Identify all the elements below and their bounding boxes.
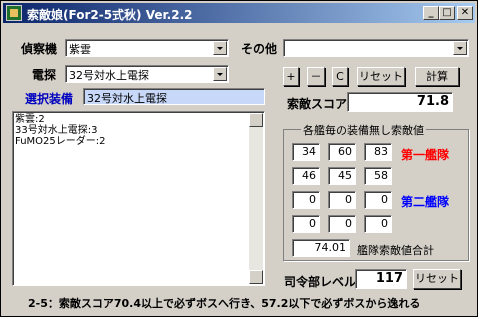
plus-button[interactable]: + [283,67,299,86]
reconnaissance-combo[interactable]: 紫雲 [65,39,229,57]
chevron-down-icon[interactable] [213,41,227,55]
fleet-value-field[interactable]: 60 [328,143,356,161]
hq-level-label: 司令部レベル [284,275,357,289]
clear-button[interactable]: C [332,67,348,86]
scroll-up-icon[interactable] [249,113,263,127]
fleet-value-field[interactable]: 0 [364,191,392,209]
hq-reset-button[interactable]: リセット [413,269,461,289]
score-value: 71.8 [347,92,453,112]
reset-button[interactable]: リセット [357,67,405,86]
title-bar[interactable]: 索敵娘(For2-5式秋) Ver.2.2 _ □ ✕ [3,3,475,23]
vertical-scrollbar[interactable] [249,113,263,284]
score-label: 索敵スコア [287,97,348,111]
fleet-value-field[interactable]: 0 [292,215,320,233]
hint-text: 2-5：索敵スコア70.4以上で必ずボスへ行き、57.2以下で必ずボスから逸れる [28,297,421,310]
fleet-value-field[interactable]: 46 [292,167,320,185]
chevron-down-icon[interactable] [453,41,467,55]
window-title: 索敵娘(For2-5式秋) Ver.2.2 [27,8,193,22]
fleet-value-field[interactable]: 34 [292,143,320,161]
other-combo[interactable] [283,39,469,57]
selected-equipment-field: 32号対水上電探 [83,88,265,105]
fleet2-label: 第二艦隊 [401,195,450,209]
minus-button[interactable]: － [307,67,325,86]
app-window: 索敵娘(For2-5式秋) Ver.2.2 _ □ ✕ 偵察機 紫雲 その他 電… [0,0,478,317]
list-item: 紫雲:2 [15,114,45,125]
radar-label: 電探 [32,68,57,82]
reconnaissance-value: 紫雲 [69,43,91,56]
app-icon [6,5,22,21]
other-label: その他 [241,42,278,56]
hq-level-field[interactable]: 117 [355,269,407,289]
minimize-button[interactable]: _ [423,6,439,20]
equipment-list: 紫雲:2 33号対水上電探:3 FuMO25レーダー:2 [15,114,106,147]
fleet-value-field[interactable]: 0 [364,215,392,233]
fleet-value-field[interactable]: 0 [328,215,356,233]
reconnaissance-label: 偵察機 [21,42,58,56]
fleet-total-label: 艦隊索敵値合計 [357,244,434,257]
fleet-value-field[interactable]: 58 [364,167,392,185]
equipment-list-textarea[interactable]: 紫雲:2 33号対水上電探:3 FuMO25レーダー:2 [12,111,265,286]
radar-combo[interactable]: 32号対水上電探 [65,65,229,83]
calculate-button[interactable]: 計算 [415,67,459,86]
list-item: FuMO25レーダー:2 [15,136,106,147]
fleet-value-field[interactable]: 0 [292,191,320,209]
fleet-value-field[interactable]: 0 [328,191,356,209]
fleet-value-field[interactable]: 45 [328,167,356,185]
list-item: 33号対水上電探:3 [15,125,98,136]
radar-value: 32号対水上電探 [69,69,149,82]
fleet-value-field[interactable]: 83 [364,143,392,161]
scroll-down-icon[interactable] [249,270,263,284]
fleet-total-value: 74.01 [292,239,350,257]
selected-equipment-value: 32号対水上電探 [87,92,167,105]
chevron-down-icon[interactable] [213,67,227,81]
selected-label: 選択装備 [25,92,74,106]
fleet1-label: 第一艦隊 [401,148,450,162]
close-button[interactable]: ✕ [457,6,473,20]
group-title: 各艦毎の装備無し索敵値 [301,122,426,138]
maximize-button[interactable]: □ [439,6,455,20]
